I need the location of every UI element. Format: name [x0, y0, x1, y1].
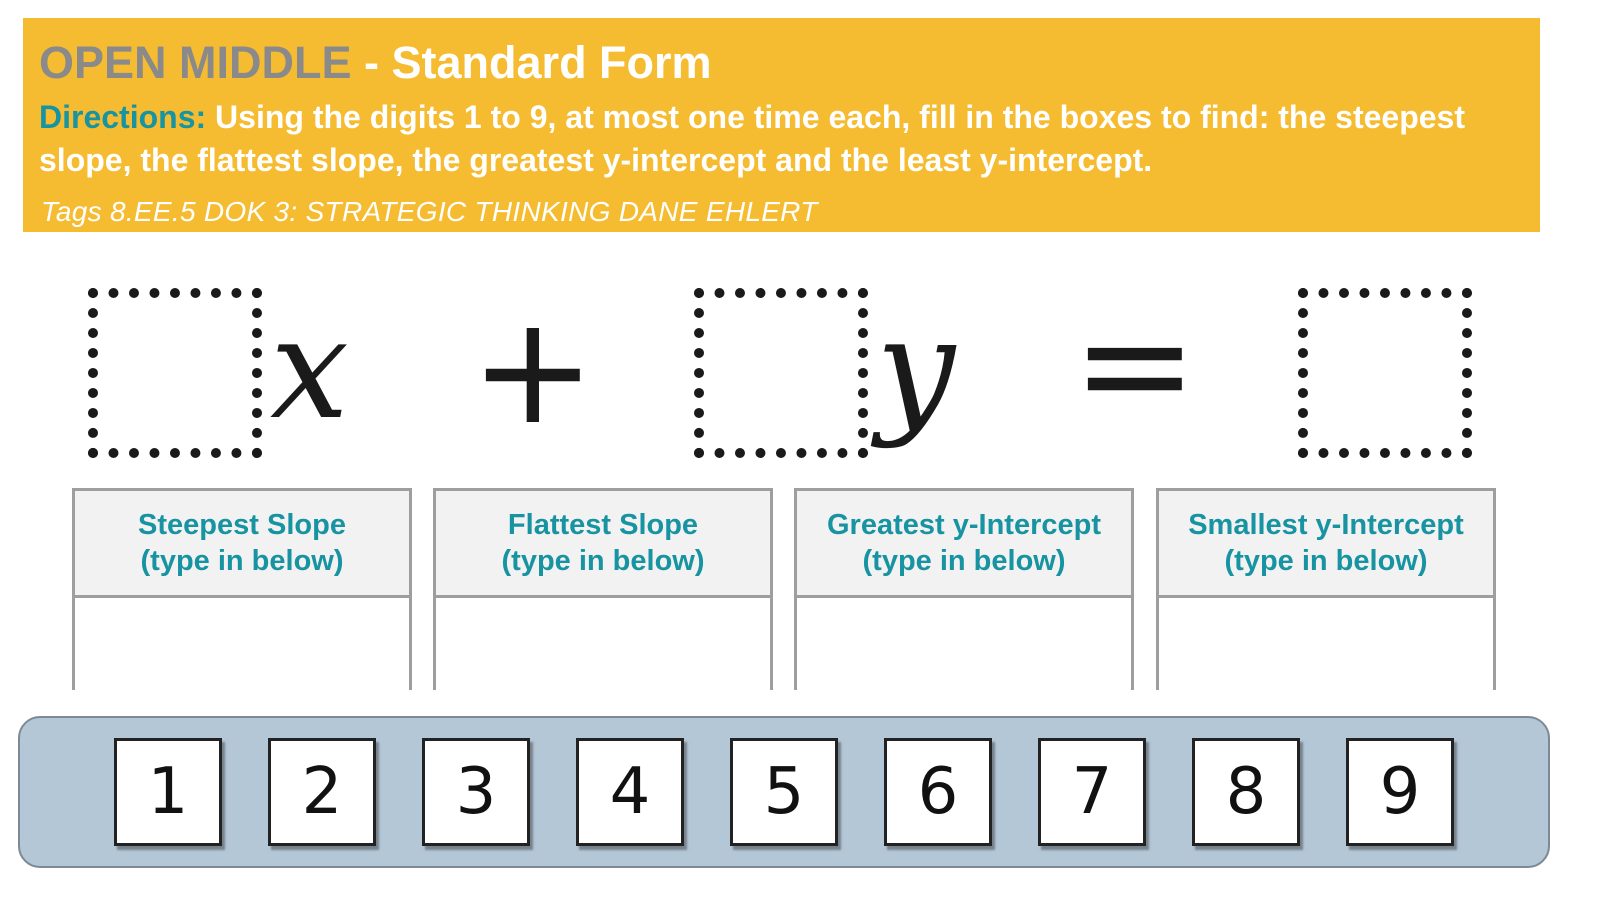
directions: Directions: Using the digits 1 to 9, at …	[39, 96, 1509, 182]
digit-tile-4[interactable]: 4	[576, 738, 684, 846]
card-header: Smallest y-Intercept (type in below)	[1159, 491, 1493, 598]
digit-tile-1[interactable]: 1	[114, 738, 222, 846]
coefficient-b-box[interactable]	[694, 288, 868, 458]
card-title: Greatest y-Intercept	[827, 509, 1101, 541]
variable-x: x	[270, 288, 349, 451]
equals-sign: =	[1072, 278, 1198, 452]
card-hint: (type in below)	[862, 545, 1066, 577]
answer-card-steepest-slope: Steepest Slope (type in below)	[72, 488, 412, 690]
digit-tile-2[interactable]: 2	[268, 738, 376, 846]
answer-card-flattest-slope: Flattest Slope (type in below)	[433, 488, 773, 690]
plus-sign: +	[470, 284, 596, 458]
card-hint: (type in below)	[501, 545, 705, 577]
card-title: Flattest Slope	[507, 509, 699, 541]
flattest-slope-input[interactable]	[436, 598, 770, 690]
card-header: Greatest y-Intercept (type in below)	[797, 491, 1131, 598]
digit-tile-6[interactable]: 6	[884, 738, 992, 846]
title-prefix: OPEN MIDDLE	[39, 37, 352, 88]
answer-card-smallest-y-intercept: Smallest y-Intercept (type in below)	[1156, 488, 1496, 690]
constant-c-box[interactable]	[1298, 288, 1472, 458]
card-hint: (type in below)	[140, 545, 344, 577]
card-hint: (type in below)	[1224, 545, 1428, 577]
digit-tray: 1 2 3 4 5 6 7 8 9	[18, 716, 1550, 868]
page-title: OPEN MIDDLE - Standard Form	[39, 36, 1540, 90]
coefficient-a-box[interactable]	[88, 288, 262, 458]
directions-label: Directions:	[39, 99, 207, 135]
card-title: Steepest Slope	[138, 509, 346, 541]
card-title: Smallest y-Intercept	[1188, 509, 1464, 541]
answer-card-greatest-y-intercept: Greatest y-Intercept (type in below)	[794, 488, 1134, 690]
greatest-y-intercept-input[interactable]	[797, 598, 1131, 690]
tags-line: Tags 8.EE.5 DOK 3: STRATEGIC THINKING DA…	[41, 196, 818, 227]
card-header: Steepest Slope (type in below)	[75, 491, 409, 598]
digit-tile-8[interactable]: 8	[1192, 738, 1300, 846]
digit-tile-5[interactable]: 5	[730, 738, 838, 846]
directions-text: Using the digits 1 to 9, at most one tim…	[39, 99, 1465, 178]
digit-tile-7[interactable]: 7	[1038, 738, 1146, 846]
header-banner: OPEN MIDDLE - Standard Form Directions: …	[23, 18, 1540, 232]
title-suffix: - Standard Form	[351, 37, 712, 88]
smallest-y-intercept-input[interactable]	[1159, 598, 1493, 690]
digit-tile-9[interactable]: 9	[1346, 738, 1454, 846]
steepest-slope-input[interactable]	[75, 598, 409, 690]
card-header: Flattest Slope (type in below)	[436, 491, 770, 598]
variable-y: y	[876, 288, 956, 451]
digit-tile-3[interactable]: 3	[422, 738, 530, 846]
